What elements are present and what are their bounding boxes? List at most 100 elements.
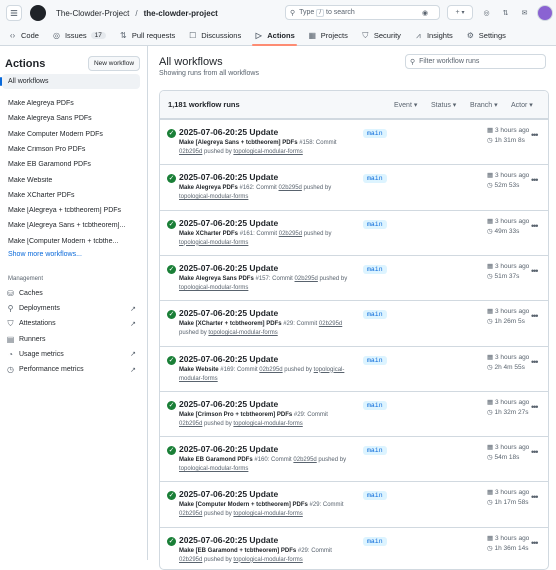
tab-issues[interactable]: ◎ Issues 17: [50, 26, 108, 45]
branch-badge[interactable]: main: [363, 491, 387, 501]
sidebar-item-runners[interactable]: ▤ Runners: [6, 335, 136, 344]
sidebar-item-workflow[interactable]: Make Alegreya Sans PDFs: [8, 115, 140, 122]
copilot-icon[interactable]: ◉: [411, 5, 439, 20]
sidebar-item-performance-metrics[interactable]: ◷ Performance metrics ↗: [6, 365, 136, 374]
filter-event-dropdown[interactable]: Event ▾: [394, 101, 417, 109]
tab-insights[interactable]: ⩘ Insights: [412, 26, 455, 45]
more-options-icon[interactable]: •••: [531, 538, 539, 548]
tab-projects[interactable]: ▦ Projects: [306, 26, 350, 45]
branch-badge[interactable]: main: [363, 310, 387, 320]
sidebar-item-workflow[interactable]: Make [Alegreya Sans + tcbtheorem]...: [8, 222, 140, 229]
workflow-run-row[interactable]: ✓ 2025-07-06-20:25 Update Make [Computer M…: [160, 481, 548, 526]
more-options-icon[interactable]: •••: [531, 492, 539, 502]
new-workflow-button[interactable]: New workflow: [88, 56, 140, 71]
actor-link[interactable]: topological-modular-forms: [179, 466, 248, 472]
sidebar-item-usage-metrics[interactable]: ◔ Usage metrics ↗: [6, 350, 136, 359]
avatar[interactable]: [537, 5, 553, 21]
workflow-run-row[interactable]: ✓ 2025-07-06-20:25 Update Make [XCharter +…: [160, 300, 548, 345]
filter-status-dropdown[interactable]: Status ▾: [431, 101, 456, 109]
actor-link[interactable]: topological-modular-forms: [179, 285, 248, 291]
branch-badge[interactable]: main: [363, 355, 387, 365]
branch-badge[interactable]: main: [363, 536, 387, 546]
run-title[interactable]: 2025-07-06-20:25 Update: [179, 308, 278, 318]
sidebar-item-workflow[interactable]: Make Alegreya PDFs: [8, 100, 140, 107]
run-title[interactable]: 2025-07-06-20:25 Update: [179, 444, 278, 454]
commit-link[interactable]: 02b295d: [293, 457, 316, 463]
branch-badge[interactable]: main: [363, 174, 387, 184]
actor-link[interactable]: topological-modular-forms: [179, 240, 248, 246]
workflow-run-row[interactable]: ✓ 2025-07-06-20:25 Update Make [Crimson Pr…: [160, 390, 548, 436]
branch-badge[interactable]: main: [363, 446, 387, 456]
tab-settings[interactable]: ⚙ Settings: [464, 26, 508, 45]
filter-runs-input[interactable]: ⚲ Filter workflow runs: [405, 54, 546, 69]
workflow-run-row[interactable]: ✓ 2025-07-06-20:25 Update Make [Alegreya S…: [160, 119, 548, 164]
run-title[interactable]: 2025-07-06-20:25 Update: [179, 354, 278, 364]
sidebar-item-workflow[interactable]: Make XCharter PDFs: [8, 192, 140, 199]
menu-icon[interactable]: [6, 5, 22, 21]
tab-security[interactable]: ⛉ Security: [359, 26, 403, 45]
workflow-run-row[interactable]: ✓ 2025-07-06-20:25 Update Make Website #16…: [160, 345, 548, 391]
tab-pull-requests[interactable]: ⇅ Pull requests: [117, 26, 177, 45]
repo-link[interactable]: the-clowder-project: [144, 9, 218, 18]
workflow-run-row[interactable]: ✓ 2025-07-06-20:25 Update Make Alegreya Sa…: [160, 254, 548, 300]
workflow-run-row[interactable]: ✓ 2025-07-06-20:25 Update Make Alegreya PD…: [160, 164, 548, 209]
filter-actor-dropdown[interactable]: Actor ▾: [511, 101, 533, 109]
commit-link[interactable]: 02b295d: [179, 511, 202, 517]
actor-link[interactable]: topological-modular-forms: [233, 421, 302, 427]
workflow-run-row[interactable]: ✓ 2025-07-06-20:25 Update Make EB Garamond…: [160, 436, 548, 481]
issues-icon[interactable]: ◎: [479, 5, 494, 20]
run-title[interactable]: 2025-07-06-20:25 Update: [179, 127, 278, 137]
github-logo-icon[interactable]: [30, 5, 46, 21]
sidebar-item-workflow[interactable]: Make Computer Modern PDFs: [8, 131, 140, 138]
more-options-icon[interactable]: •••: [531, 175, 539, 185]
owner-link[interactable]: The-Clowder-Project: [56, 9, 129, 18]
sidebar-item-caches[interactable]: ⛁ Caches: [6, 289, 136, 298]
actor-link[interactable]: topological-modular-forms: [233, 511, 302, 517]
workflow-run-row[interactable]: ✓ 2025-07-06-20:25 Update Make [EB Garamon…: [160, 526, 548, 569]
more-options-icon[interactable]: •••: [531, 447, 539, 457]
commit-link[interactable]: 02b295d: [319, 321, 342, 327]
filter-branch-dropdown[interactable]: Branch ▾: [470, 101, 498, 109]
pull-requests-icon[interactable]: ⇅: [498, 5, 513, 20]
more-options-icon[interactable]: •••: [531, 266, 539, 276]
tab-discussions[interactable]: ☐ Discussions: [186, 26, 243, 45]
more-options-icon[interactable]: •••: [531, 402, 539, 412]
sidebar-item-workflow[interactable]: Make Crimson Pro PDFs: [8, 146, 140, 153]
sidebar-item-deployments[interactable]: ⚲ Deployments ↗: [6, 304, 136, 313]
branch-badge[interactable]: main: [363, 400, 387, 410]
branch-badge[interactable]: main: [363, 264, 387, 274]
actor-link[interactable]: topological-modular-forms: [179, 194, 248, 200]
more-options-icon[interactable]: •••: [531, 130, 539, 140]
run-title[interactable]: 2025-07-06-20:25 Update: [179, 489, 278, 499]
actor-link[interactable]: topological-modular-forms: [233, 149, 302, 155]
commit-link[interactable]: 02b295d: [179, 421, 202, 427]
create-new-button[interactable]: + ▾: [447, 5, 473, 20]
branch-badge[interactable]: main: [363, 129, 387, 138]
sidebar-item-workflow[interactable]: Make Website: [8, 177, 140, 184]
sidebar-item-workflow[interactable]: Make EB Garamond PDFs: [8, 161, 140, 168]
commit-link[interactable]: 02b295d: [295, 276, 318, 282]
sidebar-item-all-workflows[interactable]: All workflows: [0, 74, 140, 89]
run-title[interactable]: 2025-07-06-20:25 Update: [179, 172, 278, 182]
sidebar-item-attestations[interactable]: ⛉ Attestations ↗: [6, 319, 137, 328]
inbox-icon[interactable]: ✉: [517, 5, 532, 20]
run-title[interactable]: 2025-07-06-20:25 Update: [179, 263, 278, 273]
run-title[interactable]: 2025-07-06-20:25 Update: [179, 399, 278, 409]
commit-link[interactable]: 02b295d: [259, 367, 282, 373]
actor-link[interactable]: topological-modular-forms: [208, 330, 277, 336]
commit-link[interactable]: 02b295d: [279, 185, 302, 191]
show-more-workflows-link[interactable]: Show more workflows...: [8, 251, 82, 258]
more-options-icon[interactable]: •••: [531, 357, 539, 367]
more-options-icon[interactable]: •••: [531, 311, 539, 321]
sidebar-item-workflow[interactable]: Make [Computer Modern + tcbthe...: [8, 238, 140, 245]
commit-link[interactable]: 02b295d: [279, 231, 302, 237]
run-title[interactable]: 2025-07-06-20:25 Update: [179, 535, 278, 545]
tab-actions[interactable]: ▷ Actions: [252, 26, 297, 46]
branch-badge[interactable]: main: [363, 219, 387, 229]
run-title[interactable]: 2025-07-06-20:25 Update: [179, 218, 278, 228]
more-options-icon[interactable]: •••: [531, 221, 539, 231]
tab-code[interactable]: ‹› Code: [6, 26, 41, 45]
sidebar-item-workflow[interactable]: Make [Alegreya + tcbtheorem] PDFs: [8, 207, 140, 214]
workflow-run-row[interactable]: ✓ 2025-07-06-20:25 Update Make XCharter PD…: [160, 209, 548, 255]
commit-link[interactable]: 02b295d: [179, 149, 202, 155]
